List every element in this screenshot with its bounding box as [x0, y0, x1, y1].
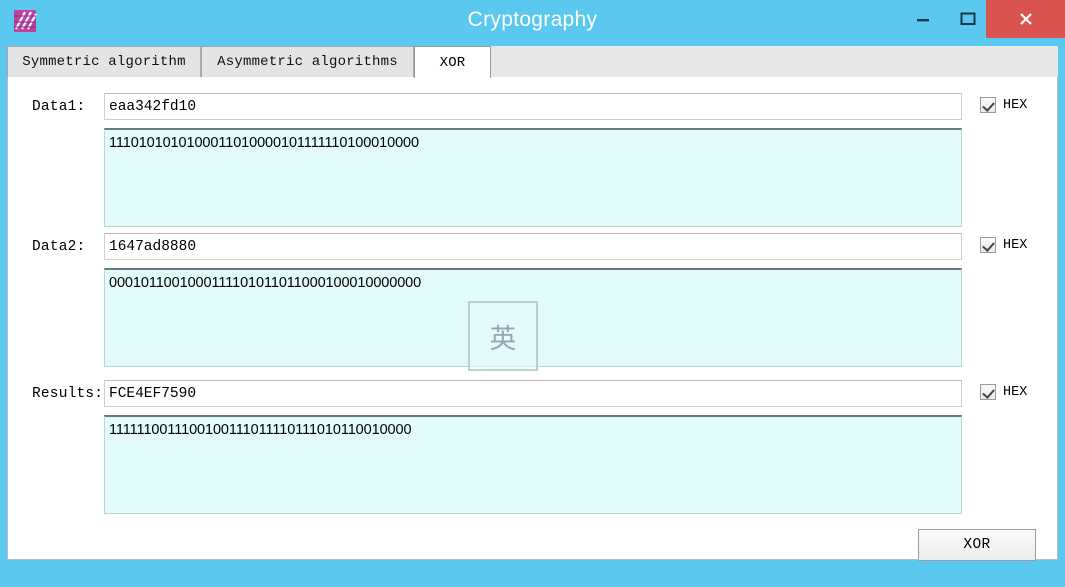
results-hex-checkbox[interactable] — [980, 384, 996, 400]
maximize-icon — [946, 0, 990, 38]
ime-mode-glyph: 英 — [489, 323, 517, 355]
close-button[interactable] — [986, 0, 1065, 38]
tab-asymmetric-algorithms[interactable]: Asymmetric algorithms — [201, 46, 414, 77]
data1-label: Data1: — [32, 99, 86, 115]
data2-hex-input[interactable] — [104, 233, 962, 260]
results-hex-checkbox-label: HEX — [1003, 384, 1028, 400]
xor-button[interactable]: XOR — [918, 529, 1036, 561]
tab-symmetric-algorithm[interactable]: Symmetric algorithm — [7, 46, 201, 77]
data1-hex-checkbox[interactable] — [980, 97, 996, 113]
results-hex-input[interactable] — [104, 380, 962, 407]
data1-hex-input[interactable] — [104, 93, 962, 120]
application-window: Cryptography Symmetric algorithm Asymmet… — [0, 0, 1065, 587]
tab-xor[interactable]: XOR — [414, 46, 491, 78]
close-icon — [986, 0, 1065, 38]
data2-hex-checkbox-group[interactable]: HEX — [980, 237, 1027, 253]
maximize-button[interactable] — [946, 0, 990, 38]
data1-binary-textarea[interactable] — [104, 128, 962, 227]
data2-hex-checkbox-label: HEX — [1003, 237, 1028, 253]
results-binary-textarea[interactable] — [104, 415, 962, 514]
data2-label: Data2: — [32, 239, 86, 255]
results-label: Results: — [32, 386, 104, 402]
data1-hex-checkbox-label: HEX — [1003, 97, 1028, 113]
data2-hex-checkbox[interactable] — [980, 237, 996, 253]
ime-mode-indicator: 英 — [468, 301, 538, 371]
results-hex-checkbox-group[interactable]: HEX — [980, 384, 1027, 400]
data1-hex-checkbox-group[interactable]: HEX — [980, 97, 1027, 113]
title-bar: Cryptography — [0, 0, 1065, 44]
minimize-icon — [900, 0, 946, 38]
minimize-button[interactable] — [900, 0, 946, 38]
tab-strip: Symmetric algorithm Asymmetric algorithm… — [7, 46, 1058, 78]
